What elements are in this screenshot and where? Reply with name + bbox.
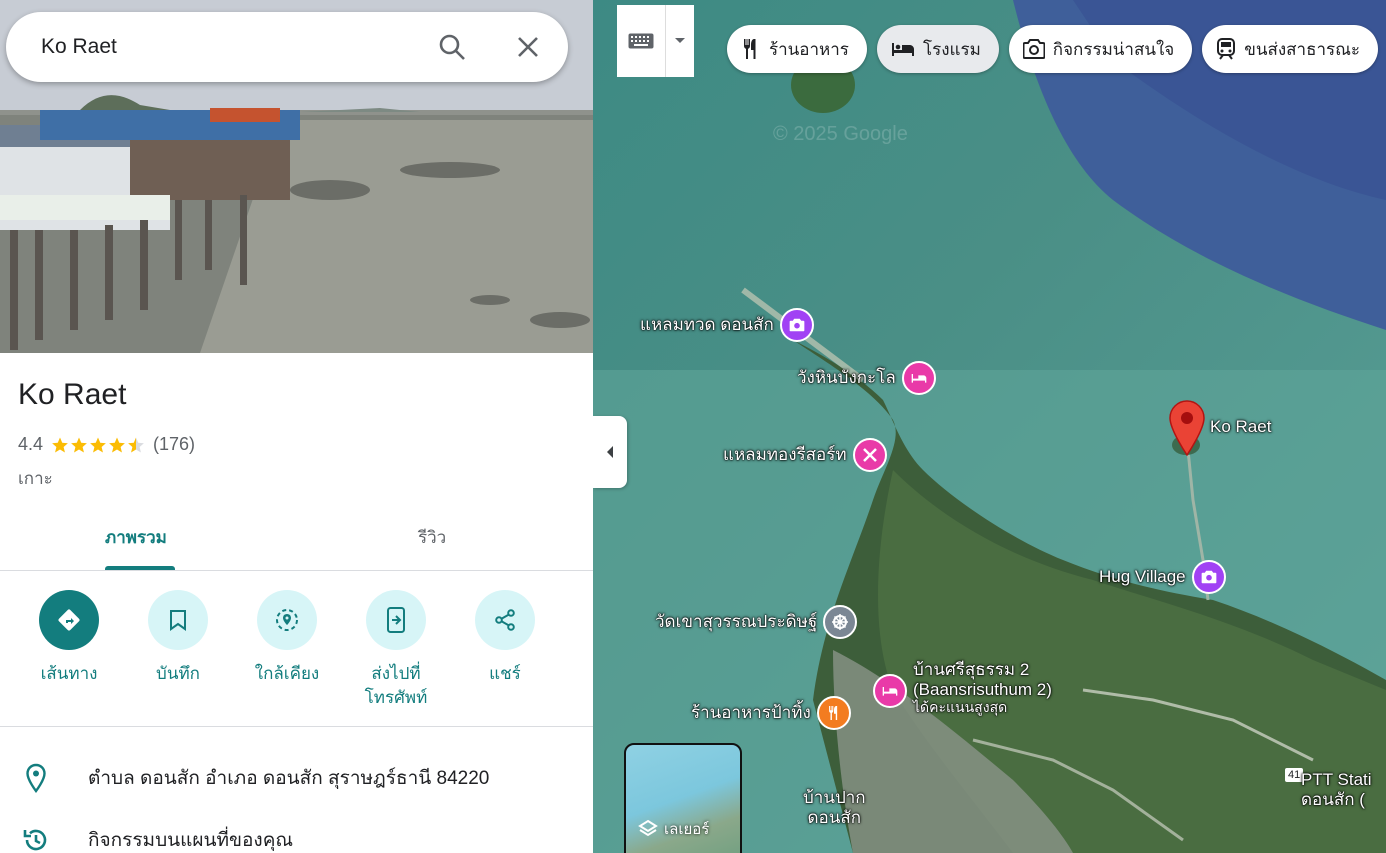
map-activity-row[interactable]: กิจกรรมบนแผนที่ของคุณ xyxy=(0,825,593,853)
restaurant-pin-icon xyxy=(816,696,851,730)
area-baan-pak: บ้านปาก ดอนสัก xyxy=(803,788,866,827)
star-icon xyxy=(52,437,68,452)
poi-laem-thuat[interactable]: แหลมทวด ดอนสัก xyxy=(640,308,814,342)
active-tab-indicator xyxy=(105,566,175,570)
star-icon xyxy=(90,437,106,452)
poi-baansrisuthum[interactable]: บ้านศรีสุธรรม 2 (Baansrisuthum 2) ได้คะแ… xyxy=(873,660,1052,715)
keyboard-button[interactable] xyxy=(617,5,666,77)
directions-icon xyxy=(58,609,80,631)
rating-value: 4.4 xyxy=(18,434,44,454)
rating-stars xyxy=(51,436,145,454)
resort-pin-icon xyxy=(852,438,887,472)
half-star-icon xyxy=(128,437,144,452)
save-button[interactable]: บันทึก xyxy=(123,590,233,686)
google-watermark: © 2025 Google xyxy=(773,123,908,145)
chip-hotels[interactable]: โรงแรม xyxy=(876,25,999,73)
star-icon xyxy=(71,437,87,452)
bookmark-icon xyxy=(170,610,186,631)
hotel-pin-icon xyxy=(901,361,936,395)
chip-restaurants[interactable]: ร้านอาหาร xyxy=(727,25,867,73)
directions-button[interactable]: เส้นทาง xyxy=(14,590,124,686)
poi-laem-thong-resort[interactable]: แหลมทองรีสอร์ท xyxy=(723,438,887,472)
caret-down-icon xyxy=(675,38,685,43)
chip-transit[interactable]: ขนส่งสาธารณะ xyxy=(1202,25,1379,73)
attraction-pin-icon xyxy=(1191,560,1226,594)
clear-search-button[interactable] xyxy=(508,27,548,67)
poi-wang-hin[interactable]: วังหินบังกะโล xyxy=(797,361,936,395)
action-buttons: เส้นทาง บันทึก ใกล้เคียง ส่งไปที่ โทรศัพ… xyxy=(0,590,593,727)
chip-things-to-do[interactable]: กิจกรรมน่าสนใจ xyxy=(1008,25,1193,73)
map-pin-icon xyxy=(1169,400,1205,457)
category-chips: ร้านอาหาร โรงแรม กิจกรรมน่าสนใจ ขนส่งสาธ… xyxy=(727,25,1379,73)
map-activity-text: กิจกรรมบนแผนที่ของคุณ xyxy=(88,830,294,851)
share-button[interactable]: แชร์ xyxy=(450,590,560,686)
chevron-left-icon xyxy=(607,446,613,458)
send-to-phone-icon xyxy=(387,607,405,633)
poi-ptt-station[interactable]: PTT Stati ดอนสัก ( xyxy=(1301,770,1372,809)
place-hero-photo[interactable]: Ko Raet xyxy=(0,0,593,353)
attraction-pin-icon xyxy=(779,308,814,342)
restaurant-icon xyxy=(744,39,756,59)
place-title: Ko Raet xyxy=(18,378,127,411)
poi-hug-village[interactable]: Hug Village xyxy=(1099,560,1226,594)
keyboard-icon xyxy=(628,33,654,49)
camera-icon xyxy=(1022,39,1045,59)
layers-icon xyxy=(638,819,658,837)
poi-ko-raet-label: Ko Raet xyxy=(1210,417,1272,436)
hotel-icon xyxy=(891,43,914,56)
place-type[interactable]: เกาะ xyxy=(18,465,53,492)
input-tools-dropdown[interactable] xyxy=(666,5,694,77)
search-input[interactable]: Ko Raet xyxy=(41,35,432,59)
nearby-button[interactable]: ใกล้เคียง xyxy=(232,590,342,686)
nearby-icon xyxy=(276,609,298,631)
map-canvas[interactable]: © 2025 Google ร้านอาหาร โรงแรม กิจกรรมน่… xyxy=(593,0,1386,853)
layers-button[interactable]: เลเยอร์ xyxy=(624,743,742,853)
tab-reviews[interactable]: รีวิว xyxy=(418,524,446,551)
tab-overview[interactable]: ภาพรวม xyxy=(105,524,167,551)
rating-row[interactable]: 4.4 (176) xyxy=(18,434,195,455)
transit-icon xyxy=(1217,38,1236,60)
temple-pin-icon xyxy=(823,605,858,639)
hotel-pin-icon xyxy=(873,674,907,708)
collapse-panel-button[interactable] xyxy=(593,416,627,488)
review-count[interactable]: (176) xyxy=(153,434,195,455)
search-icon xyxy=(439,34,465,60)
history-icon xyxy=(23,829,47,851)
search-button[interactable] xyxy=(432,27,472,67)
address-text: ตำบล ดอนสัก อำเภอ ดอนสัก สุราษฎร์ธานี 84… xyxy=(88,768,490,789)
address-row[interactable]: ตำบล ดอนสัก อำเภอ ดอนสัก สุราษฎร์ธานี 84… xyxy=(0,763,593,793)
place-tabs: ภาพรวม รีวิว xyxy=(0,510,593,571)
close-icon xyxy=(518,37,538,57)
location-pin-icon xyxy=(26,763,46,793)
star-icon xyxy=(109,437,125,452)
send-to-phone-button[interactable]: ส่งไปที่ โทรศัพท์ xyxy=(341,590,451,710)
place-panel: Ko Raet Ko Raet 4.4 (176) เกาะ ภาพรวม รี… xyxy=(0,0,593,853)
share-icon xyxy=(495,609,515,631)
selected-place-pin[interactable] xyxy=(1168,400,1206,461)
poi-wat-khao[interactable]: วัดเขาสุวรรณประดิษฐ์ xyxy=(655,605,858,639)
poi-ran-ahan[interactable]: ร้านอาหารป้าทิ้ง xyxy=(691,696,851,730)
search-bar[interactable]: Ko Raet xyxy=(6,12,568,82)
